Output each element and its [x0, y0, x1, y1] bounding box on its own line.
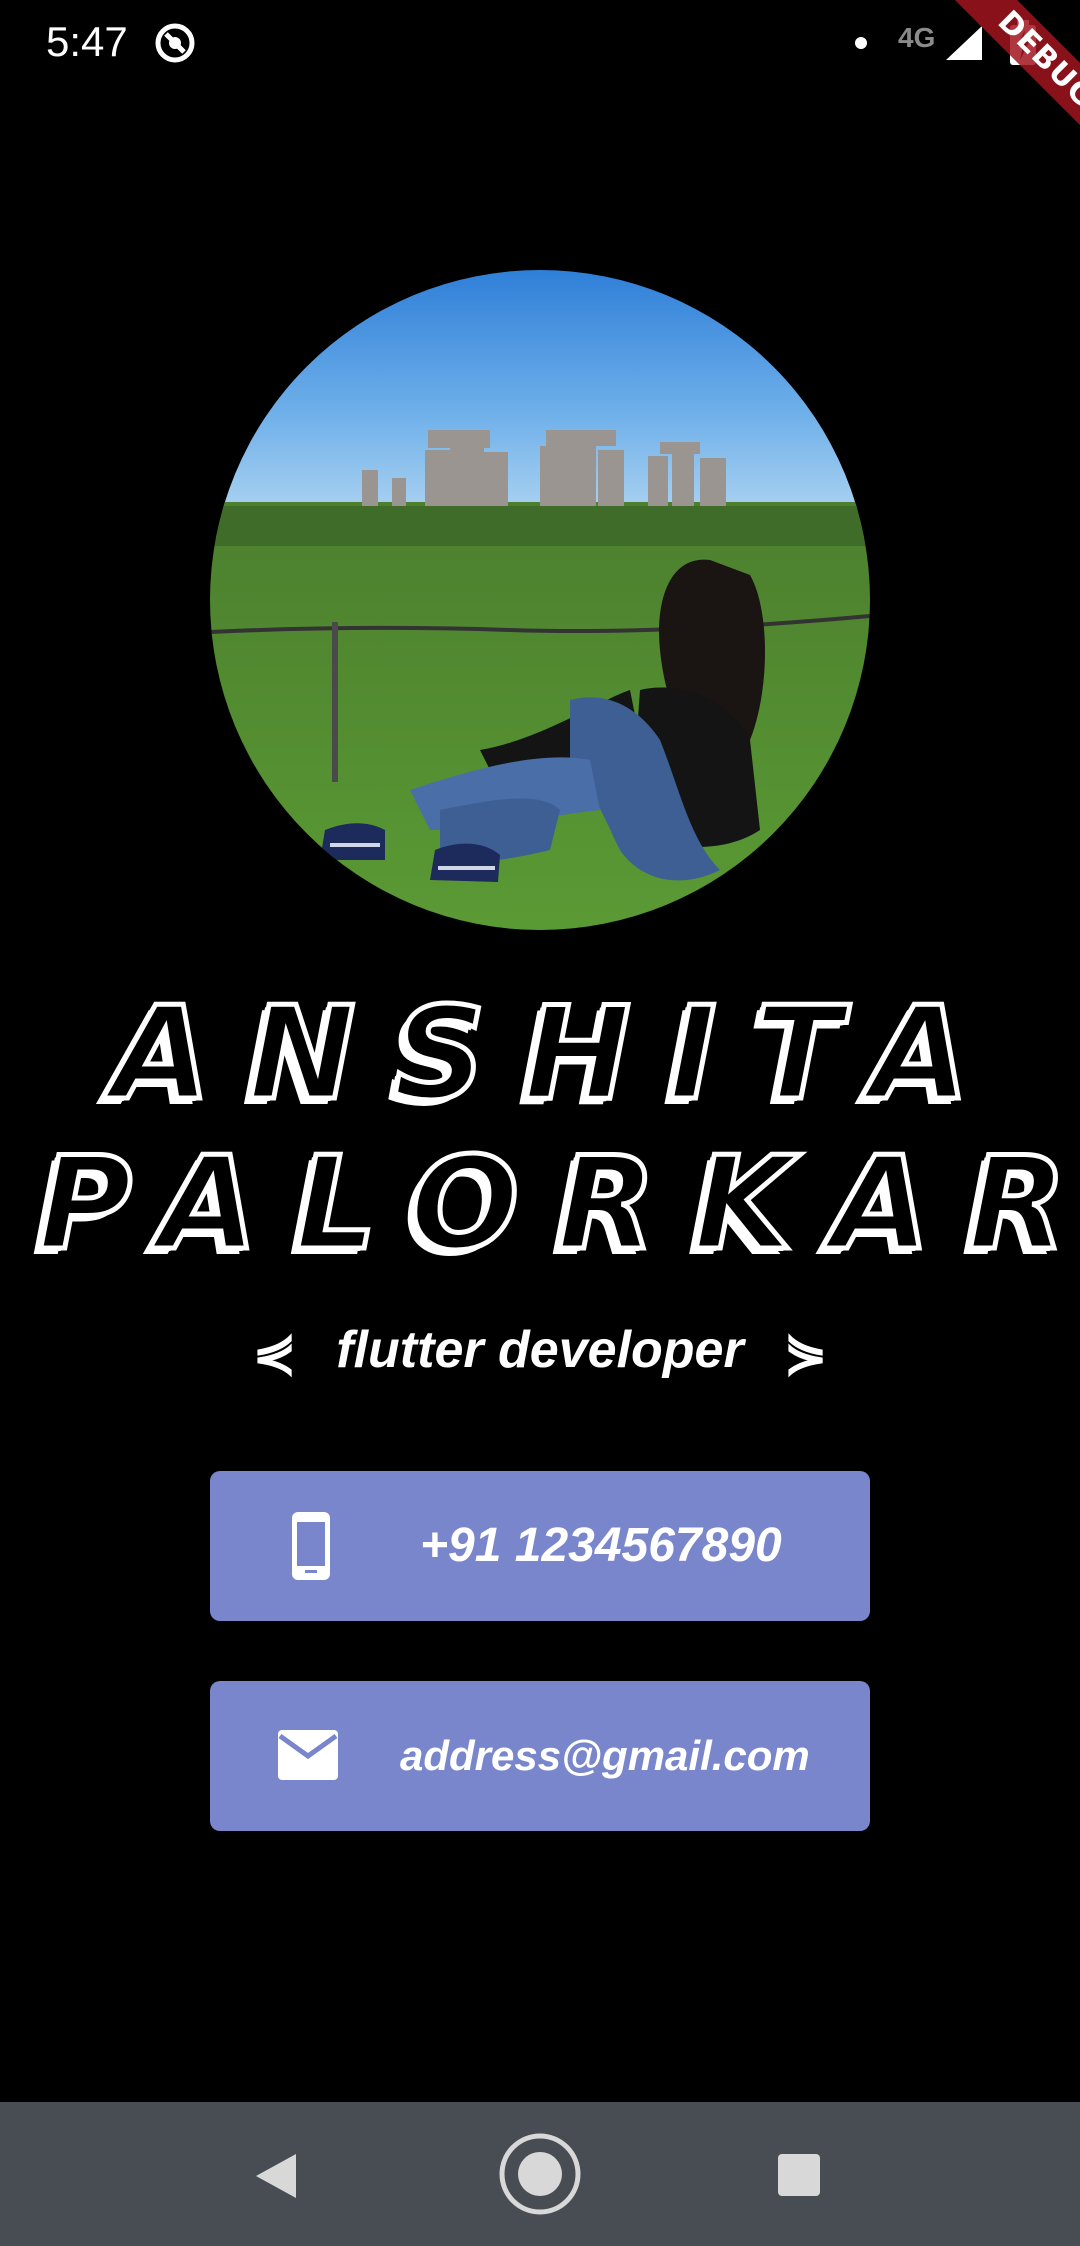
profile-title-text: flutter developer: [336, 1321, 744, 1379]
signal-icon: [946, 26, 982, 60]
battery-charging-icon: [1010, 20, 1036, 65]
profile-title: ⋞ flutter developer ⋟: [0, 1320, 1080, 1383]
avatar-photo: [210, 270, 870, 930]
title-suffix-glyph: ⋟: [783, 1324, 828, 1383]
back-icon[interactable]: [252, 2150, 300, 2202]
phone-card[interactable]: +91 1234567890: [210, 1471, 870, 1621]
system-nav-bar: [0, 2102, 1080, 2246]
network-type: 4G: [898, 22, 936, 53]
title-prefix-glyph: ⋞: [252, 1324, 297, 1383]
phone-number: +91 1234567890: [420, 1519, 782, 1572]
home-icon[interactable]: [498, 2132, 582, 2216]
status-time: 5:47: [46, 18, 128, 65]
recents-icon[interactable]: [776, 2152, 822, 2198]
email-card[interactable]: address@gmail.com: [210, 1681, 870, 1831]
last-name: PALORKAR: [36, 1128, 1080, 1282]
first-name: ANSHITA: [109, 978, 1007, 1132]
smartphone-icon: [292, 1512, 330, 1580]
dot-icon: [855, 37, 867, 49]
profile-avatar: [210, 270, 870, 930]
mail-icon: [278, 1730, 338, 1780]
profile-name: ANSHITA PALORKAR: [0, 978, 1080, 1282]
app-notification-icon: [155, 23, 195, 63]
screen: 5:47 4G DEBUG ANSHITA PALORKAR ⋞ flutter…: [0, 0, 1080, 2246]
status-bar: 5:47 4G: [0, 0, 1080, 86]
email-address: address@gmail.com: [400, 1732, 810, 1779]
